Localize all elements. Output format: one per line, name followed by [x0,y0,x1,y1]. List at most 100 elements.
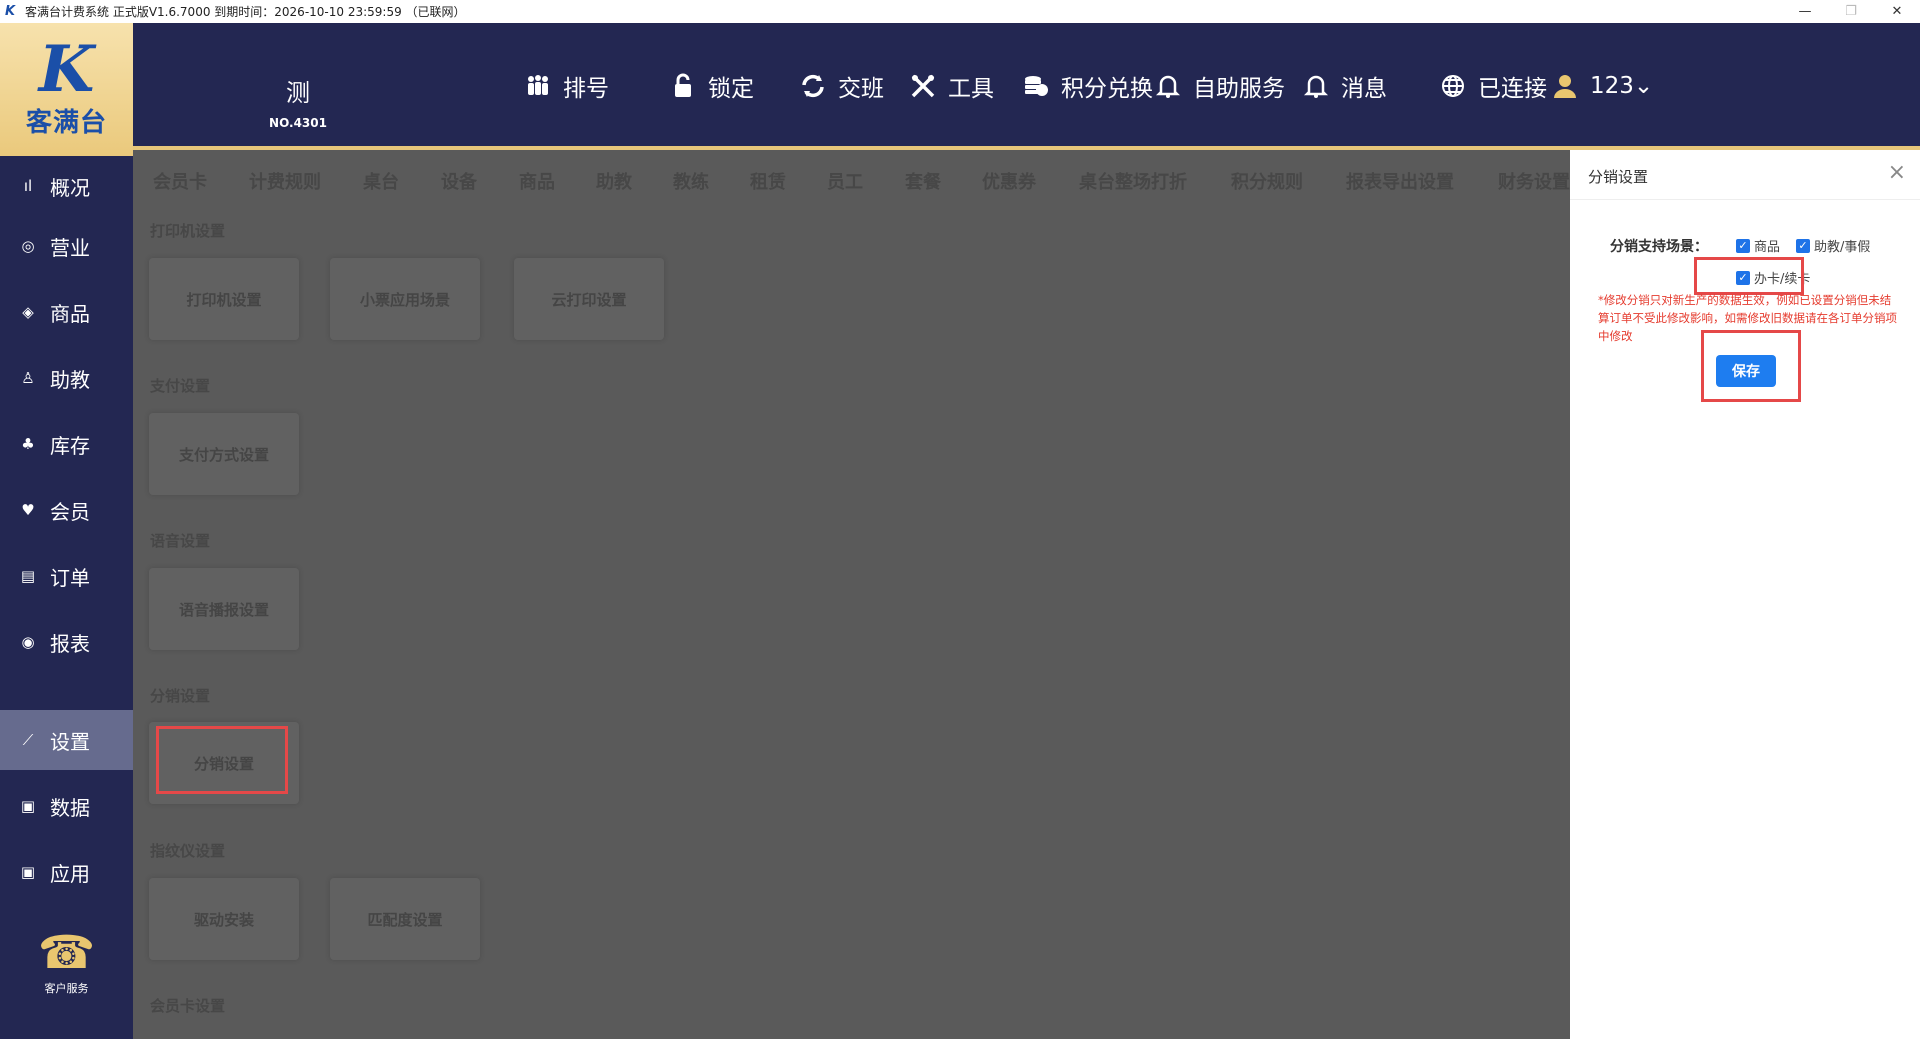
sidebar-item-label: 报表 [50,631,90,656]
window-controls: — ❐ ✕ [1782,0,1920,23]
tab-coaches[interactable]: 教练 [673,168,709,194]
lock-icon [668,71,698,101]
sidebar-item-overview[interactable]: ıl 概况 [0,156,133,216]
sidebar-item-label: 会员 [50,499,90,524]
sidebar-item-apps[interactable]: ▣ 应用 [0,842,133,902]
tab-packages[interactable]: 套餐 [905,168,941,194]
chart-icon: ıl [23,177,33,195]
checkbox-assistant-leave[interactable]: ✓ 助教/事假 [1796,236,1870,255]
list-icon: ▤ [20,567,36,585]
nav-label: 已连接 [1478,76,1547,102]
card-voice-broadcast[interactable]: 语音播报设置 [149,568,299,650]
tab-rental[interactable]: 租赁 [750,168,786,194]
sidebar-item-label: 商品 [50,301,90,326]
nav-label: 自助服务 [1193,76,1285,102]
globe-icon [1438,71,1468,101]
close-window-button[interactable]: ✕ [1874,0,1920,23]
sidebar-item-members[interactable]: ♥ 会员 [0,480,133,540]
tab-member-card[interactable]: 会员卡 [153,168,207,194]
close-icon[interactable]: × [1888,162,1906,184]
sidebar-item-reports[interactable]: ◉ 报表 [0,612,133,672]
card-cloud-print[interactable]: 云打印设置 [514,258,664,340]
brand-logo: K 客满台 [0,23,133,156]
tab-coupons[interactable]: 优惠券 [982,168,1036,194]
card-driver-install[interactable]: 驱动安装 [149,878,299,960]
sidebar-item-data[interactable]: ▣ 数据 [0,776,133,836]
tab-assistants[interactable]: 助教 [596,168,632,194]
card-match-settings[interactable]: 匹配度设置 [330,878,480,960]
tab-products[interactable]: 商品 [519,168,555,194]
tab-points-rules[interactable]: 积分规则 [1231,168,1303,194]
nav-queue[interactable]: 排号 [523,71,609,102]
nav-lock[interactable]: 锁定 [668,71,754,102]
window-title-bar: K 客满台计费系统 正式版V1.6.7000 到期时间：2026-10-10 2… [0,0,1920,23]
sidebar-item-label: 设置 [50,729,90,754]
store-name: 测 [286,79,310,107]
checkbox-checked-icon: ✓ [1736,238,1750,253]
distribution-scene-label: 分销支持场景： [1610,239,1708,255]
user-icon [1550,71,1580,101]
highlight-box-distribution-card [156,726,288,794]
section-title-distribution: 分销设置 [150,687,211,705]
nav-self-service[interactable]: 自助服务 [1153,71,1285,102]
card-printer-settings[interactable]: 打印机设置 [149,258,299,340]
store-info[interactable]: 测 NO.4301 [248,73,348,130]
nav-points-exchange[interactable]: 积分兑换 [1021,71,1153,102]
nav-label: 排号 [563,76,609,102]
minimize-button[interactable]: — [1782,0,1828,23]
tab-table-discount[interactable]: 桌台整场打折 [1079,168,1187,194]
box-icon: ◈ [22,303,34,321]
nav-label: 积分兑换 [1061,76,1153,102]
customer-service[interactable]: ☎ 客户服务 [0,926,133,996]
card-receipt-scenarios[interactable]: 小票应用场景 [330,258,480,340]
card-payment-methods[interactable]: 支付方式设置 [149,413,299,495]
checkbox-products[interactable]: ✓ 商品 [1736,236,1780,255]
nav-connection-status[interactable]: 已连接 [1438,71,1547,102]
sidebar-item-label: 库存 [50,433,90,458]
restore-button[interactable]: ❐ [1828,0,1874,23]
tab-staff[interactable]: 员工 [827,168,863,194]
sidebar-item-inventory[interactable]: ♣ 库存 [0,414,133,474]
checkbox-label: 助教/事假 [1814,240,1871,255]
sidebar-item-label: 营业 [50,235,90,260]
target-icon: ◎ [21,237,35,255]
nav-label: 锁定 [708,76,754,102]
brand-logo-mark: K [38,32,95,107]
tab-tables[interactable]: 桌台 [363,168,399,194]
coins-icon [1021,71,1051,101]
nav-user-menu[interactable]: 123⌄ [1550,71,1653,101]
drawer-header: 分销设置 × [1570,150,1920,200]
sidebar-item-assistants[interactable]: ♙ 助教 [0,348,133,408]
tab-finance[interactable]: 财务设置 [1498,168,1570,194]
report-icon: ◉ [21,633,35,651]
tab-billing-rules[interactable]: 计费规则 [249,168,321,194]
sidebar-item-label: 概况 [50,175,90,200]
sidebar-item-products[interactable]: ◈ 商品 [0,282,133,342]
sidebar-item-label: 数据 [50,795,90,820]
nav-label: 交班 [838,76,884,102]
tools-icon [908,71,938,101]
highlight-box-card-renewal [1694,257,1804,295]
wrench-icon: ⟋ [22,731,34,749]
sidebar-item-label: 助教 [50,367,90,392]
stack-icon: ♣ [21,435,35,453]
tab-report-export[interactable]: 报表导出设置 [1346,168,1454,194]
sidebar-item-settings[interactable]: ⟋ 设置 [0,710,133,770]
nav-messages[interactable]: 消息 [1301,71,1387,102]
section-title-fingerprint: 指纹仪设置 [150,842,226,860]
sidebar-item-orders[interactable]: ▤ 订单 [0,546,133,606]
queue-icon [523,71,553,101]
nav-tools[interactable]: 工具 [908,71,994,102]
sidebar-item-business[interactable]: ◎ 营业 [0,216,133,276]
customer-service-label: 客户服务 [44,982,89,995]
section-title-payment: 支付设置 [150,377,211,395]
member-icon: ♥ [21,501,35,519]
bell-icon [1301,71,1331,101]
app-logo-icon: K [5,3,16,19]
nav-shift[interactable]: 交班 [798,71,884,102]
sidebar-item-label: 订单 [50,565,90,590]
tab-devices[interactable]: 设备 [441,168,477,194]
settings-tabs: 会员卡 计费规则 桌台 设备 商品 助教 教练 租赁 员工 套餐 优惠券 桌台整… [133,150,1570,210]
data-icon: ▣ [20,797,36,815]
checkbox-label: 商品 [1754,240,1781,255]
